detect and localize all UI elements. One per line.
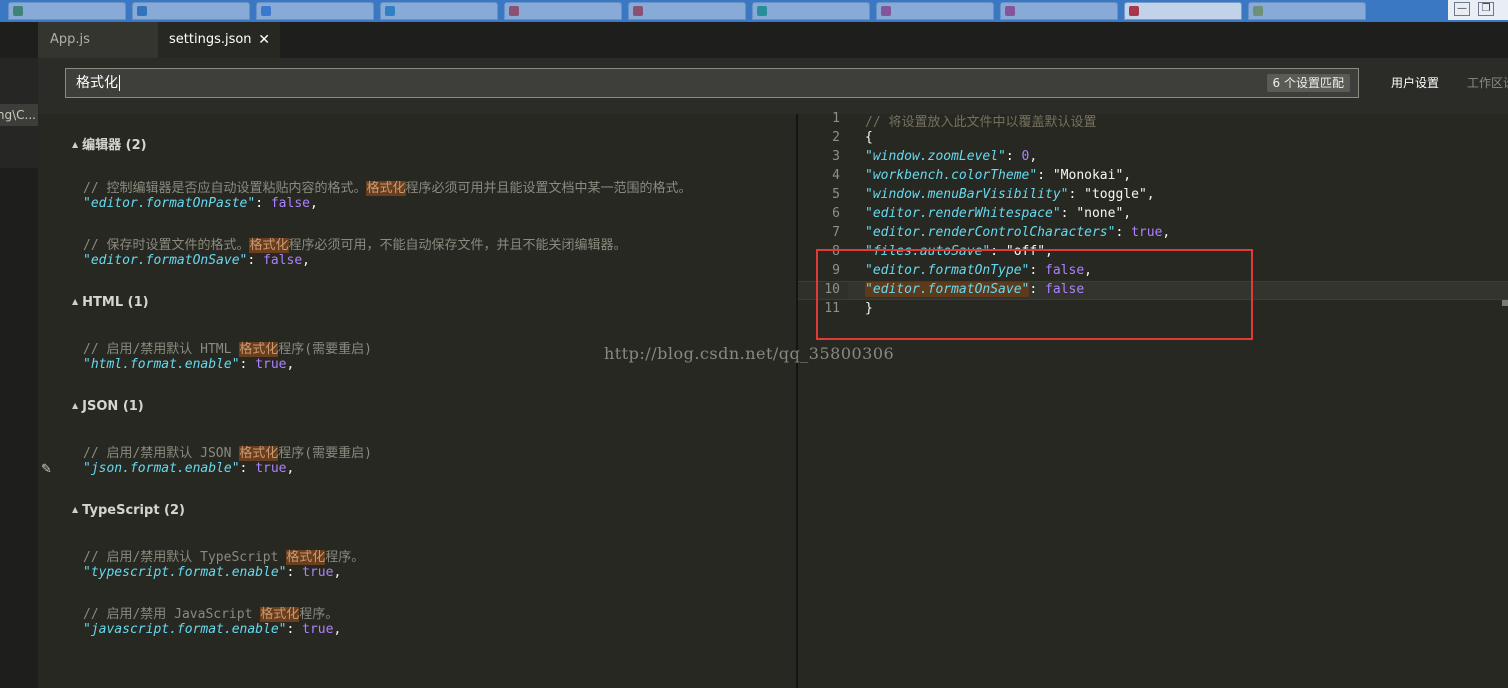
code-line: "editor.renderControlCharacters": true, [865, 225, 1171, 240]
favicon-icon [385, 6, 395, 16]
default-settings-pane: ✎ ▲ 编辑器 (2) // 控制编辑器是否应自动设置粘贴内容的格式。格式化程序必… [38, 114, 796, 688]
group-header-json[interactable]: ▲ JSON (1) [72, 399, 144, 414]
code-line: "workbench.colorTheme": "Monokai", [865, 168, 1132, 183]
setting-description: // 保存时设置文件的格式。格式化程序必须可用，不能自动保存文件，并且不能关闭编… [83, 238, 627, 253]
browser-tab[interactable] [1124, 2, 1242, 20]
line-number: 4 [832, 168, 840, 183]
match-count-badge: 6 个设置匹配 [1266, 74, 1350, 92]
group-header-typescript[interactable]: ▲ TypeScript (2) [72, 503, 185, 518]
tab-settings-json[interactable]: settings.json ✕ [158, 22, 280, 58]
code-line: "window.zoomLevel": 0, [865, 149, 1038, 164]
setting-entry[interactable]: "editor.formatOnPaste": false, [83, 196, 318, 211]
favicon-icon [633, 6, 643, 16]
favicon-icon [509, 6, 519, 16]
setting-description: // 启用/禁用 JavaScript 格式化程序。 [83, 607, 339, 622]
pencil-icon[interactable]: ✎ [41, 462, 52, 477]
favicon-icon [261, 6, 271, 16]
minimize-icon[interactable]: — [1454, 2, 1470, 16]
line-number: 6 [832, 206, 840, 221]
user-settings-editor[interactable]: 1 // 将设置放入此文件中以覆盖默认设置 2 { 3 "window.zoom… [798, 111, 1508, 688]
browser-tab[interactable] [628, 2, 746, 20]
setting-entry[interactable]: "editor.formatOnSave": false, [83, 253, 310, 268]
code-line: "window.menuBarVisibility": "toggle", [865, 187, 1155, 202]
window-controls: — ❐ [1448, 0, 1508, 20]
browser-tab[interactable] [256, 2, 374, 20]
browser-tab[interactable] [504, 2, 622, 20]
line-number: 2 [832, 130, 840, 145]
explorer-path-label[interactable]: ing\C... [0, 104, 38, 126]
favicon-icon [1005, 6, 1015, 16]
browser-tab[interactable] [752, 2, 870, 20]
line-number: 1 [832, 111, 840, 126]
favicon-icon [137, 6, 147, 16]
browser-tab[interactable] [876, 2, 994, 20]
code-line: // 将设置放入此文件中以覆盖默认设置 [865, 115, 1097, 130]
tab-label: App.js [50, 32, 90, 47]
setting-description: // 启用/禁用默认 JSON 格式化程序(需要重启) [83, 446, 372, 461]
tab-user-settings[interactable]: 用户设置 [1391, 74, 1439, 91]
tab-workspace-settings[interactable]: 工作区设 [1467, 74, 1508, 91]
tab-app-js[interactable]: App.js [38, 22, 158, 58]
left-sidebar: ing\C... [0, 22, 38, 688]
browser-tab[interactable] [8, 2, 126, 20]
overview-ruler-mark [1502, 300, 1508, 306]
restore-icon[interactable]: ❐ [1478, 2, 1494, 16]
browser-tab[interactable] [380, 2, 498, 20]
setting-description: // 启用/禁用默认 HTML 格式化程序(需要重启) [83, 342, 372, 357]
favicon-icon [881, 6, 891, 16]
favicon-icon [1129, 6, 1139, 16]
setting-entry[interactable]: "typescript.format.enable": true, [83, 565, 341, 580]
favicon-icon [13, 6, 23, 16]
setting-entry[interactable]: "javascript.format.enable": true, [83, 622, 341, 637]
setting-description: // 启用/禁用默认 TypeScript 格式化程序。 [83, 550, 365, 565]
editor-tab-bar: App.js settings.json ✕ [38, 22, 1508, 58]
search-box[interactable]: 格式化 6 个设置匹配 [65, 68, 1359, 98]
search-input[interactable]: 格式化 [76, 69, 120, 97]
line-number: 5 [832, 187, 840, 202]
browser-tab-strip [0, 0, 1508, 22]
browser-tab[interactable] [1000, 2, 1118, 20]
group-header-html[interactable]: ▲ HTML (1) [72, 295, 149, 310]
tab-label: settings.json [169, 32, 252, 47]
close-icon[interactable]: ✕ [258, 22, 270, 58]
setting-entry[interactable]: "html.format.enable": true, [83, 357, 294, 372]
line-number: 3 [832, 149, 840, 164]
annotation-highlight-box [816, 249, 1253, 340]
code-line: { [865, 130, 873, 145]
setting-description: // 控制编辑器是否应自动设置粘贴内容的格式。格式化程序必须可用并且能设置文档中… [83, 181, 692, 196]
group-header-editor[interactable]: ▲ 编辑器 (2) [72, 134, 147, 153]
code-line: "editor.renderWhitespace": "none", [865, 206, 1132, 221]
browser-tab[interactable] [1248, 2, 1366, 20]
favicon-icon [1253, 6, 1263, 16]
favicon-icon [757, 6, 767, 16]
settings-search-bar: 格式化 6 个设置匹配 用户设置 工作区设 [38, 58, 1508, 114]
line-number: 7 [832, 225, 840, 240]
setting-entry[interactable]: "json.format.enable": true, [83, 461, 294, 476]
watermark: http://blog.csdn.net/qq_35800306 [604, 344, 895, 363]
browser-tab[interactable] [132, 2, 250, 20]
